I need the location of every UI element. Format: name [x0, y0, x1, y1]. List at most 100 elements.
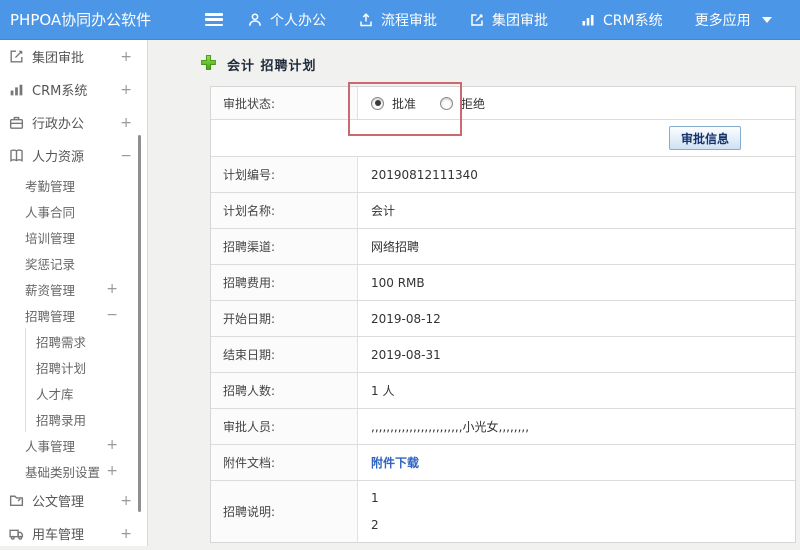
app-title: PHPOA协同办公软件 [10, 11, 152, 29]
field-label: 招聘说明: [211, 481, 358, 542]
table-row-headcount: 招聘人数: 1 人 [211, 373, 795, 409]
edit-icon [469, 12, 485, 28]
chart-icon [8, 81, 25, 98]
sidebar-label: 招聘计划 [36, 360, 87, 376]
sidebar: 集团审批 + CRM系统 + 行政办公 + 人力资源 − 考勤管理 人事合同 培… [0, 40, 148, 546]
field-label: 计划编号: [211, 157, 358, 192]
add-plus-icon[interactable] [200, 54, 217, 75]
sidebar-item-vehicle[interactable]: 用车管理 + [0, 517, 147, 550]
nav-label: 更多应用 [694, 12, 751, 29]
radio-reject[interactable] [440, 96, 454, 110]
field-value: 20190812111340 [371, 167, 478, 182]
expand-icon[interactable]: + [120, 82, 132, 98]
field-value: 会计 [371, 204, 396, 218]
approval-info-button[interactable]: 审批信息 [668, 126, 741, 150]
table-row-approval-status: 审批状态: 批准 拒绝 [211, 87, 795, 120]
table-row-approvers: 审批人员: ,,,,,,,,,,,,,,,,,,,,,,,,小光女,,,,,,,… [211, 409, 795, 445]
sidebar-scrollbar[interactable] [138, 135, 141, 512]
page-header: 会计 招聘计划 [200, 54, 317, 75]
radio-approve[interactable] [371, 96, 384, 110]
sidebar-item-admin-office[interactable]: 行政办公 + [0, 106, 147, 139]
flow-icon [358, 12, 374, 28]
field-value: 2019-08-12 [371, 311, 441, 326]
sidebar-label: 考勤管理 [25, 178, 76, 194]
radio-reject-label: 拒绝 [461, 96, 486, 111]
sidebar-item-hr-contract[interactable]: 人事合同 [0, 198, 147, 224]
expand-icon[interactable]: + [120, 526, 132, 542]
sidebar-label: 集团审批 [32, 51, 85, 66]
table-row-end-date: 结束日期: 2019-08-31 [211, 337, 795, 373]
field-label: 招聘人数: [211, 373, 358, 408]
sidebar-item-recruit-demand[interactable]: 招聘需求 [26, 328, 147, 354]
sidebar-item-crm[interactable]: CRM系统 + [0, 73, 147, 106]
field-value: 2019-08-31 [371, 347, 441, 362]
sidebar-item-rewards[interactable]: 奖惩记录 [0, 250, 147, 276]
description-line: 1 [371, 491, 379, 505]
nav-more-apps[interactable]: 更多应用 [695, 10, 772, 30]
field-label: 附件文档: [211, 445, 358, 480]
top-bar: PHPOA协同办公软件 个人办公 流程审批 集团审批 CRM系统 更多应用 [0, 0, 800, 40]
table-row-description: 招聘说明: 1 2 [211, 481, 795, 542]
expand-icon[interactable]: + [120, 493, 132, 509]
sidebar-item-talent-pool[interactable]: 人才库 [26, 380, 147, 406]
page-title: 会计 招聘计划 [227, 59, 317, 74]
sidebar-item-recruit-mgmt[interactable]: 招聘管理 − [0, 302, 147, 328]
approval-form-table: 审批状态: 批准 拒绝 审批信息 计划编号: 20190812111340 计划… [210, 86, 796, 543]
nav-label: 个人办公 [270, 12, 326, 29]
sidebar-item-group-approval[interactable]: 集团审批 + [0, 40, 147, 73]
approval-radio-group: 批准 拒绝 [358, 87, 795, 119]
nav-personal-office[interactable]: 个人办公 [247, 10, 326, 30]
field-label: 审批状态: [211, 87, 358, 119]
field-value: 100 RMB [371, 275, 425, 290]
sidebar-item-recruit-hire[interactable]: 招聘录用 [26, 406, 147, 432]
nav-flow-approval[interactable]: 流程审批 [358, 10, 437, 30]
sidebar-item-documents[interactable]: 公文管理 + [0, 484, 147, 517]
attachment-download-link[interactable]: 附件下载 [371, 454, 419, 471]
truck-icon [8, 525, 25, 542]
expand-icon[interactable]: + [106, 437, 118, 453]
sidebar-label: 人事管理 [25, 438, 76, 454]
table-row-recruit-channel: 招聘渠道: 网络招聘 [211, 229, 795, 265]
sidebar-item-personnel-mgmt[interactable]: 人事管理 + [0, 432, 147, 458]
field-label: 招聘费用: [211, 265, 358, 300]
expand-icon[interactable]: + [120, 49, 132, 65]
field-value: 1 人 [371, 384, 395, 398]
sidebar-label: 行政办公 [32, 117, 85, 132]
sidebar-label: 用车管理 [32, 528, 85, 543]
field-value: ,,,,,,,,,,,,,,,,,,,,,,,,小光女,,,,,,,, [371, 420, 530, 434]
field-value: 网络招聘 [371, 240, 420, 254]
collapse-icon[interactable]: − [106, 307, 118, 323]
sidebar-label: 人事合同 [25, 204, 76, 220]
nav-label: 流程审批 [381, 12, 437, 29]
nav-group-approval[interactable]: 集团审批 [469, 10, 548, 30]
sidebar-label: 奖惩记录 [25, 256, 76, 272]
main-content: 会计 招聘计划 审批状态: 批准 拒绝 审批信息 计划编号: 201908121… [148, 40, 800, 546]
sidebar-item-salary[interactable]: 薪资管理 + [0, 276, 147, 302]
table-row-start-date: 开始日期: 2019-08-12 [211, 301, 795, 337]
table-row-plan-name: 计划名称: 会计 [211, 193, 795, 229]
field-value: 1 2 [358, 481, 795, 542]
sidebar-label: 人才库 [36, 386, 74, 402]
sidebar-item-hr[interactable]: 人力资源 − [0, 139, 147, 172]
sidebar-item-attendance[interactable]: 考勤管理 [0, 172, 147, 198]
sidebar-label: 培训管理 [25, 230, 76, 246]
radio-approve-label: 批准 [392, 96, 417, 111]
document-icon [8, 492, 25, 509]
sidebar-item-recruit-plan[interactable]: 招聘计划 [26, 354, 147, 380]
sidebar-label: 薪资管理 [25, 282, 76, 298]
menu-icon[interactable] [205, 13, 223, 26]
field-label: 计划名称: [211, 193, 358, 228]
expand-icon[interactable]: + [106, 281, 118, 297]
sidebar-item-training[interactable]: 培训管理 [0, 224, 147, 250]
nav-crm-system[interactable]: CRM系统 [580, 10, 663, 30]
nav-label: CRM系统 [603, 12, 663, 29]
table-row-attachment: 附件文档: 附件下载 [211, 445, 795, 481]
field-label: 开始日期: [211, 301, 358, 336]
table-row-plan-number: 计划编号: 20190812111340 [211, 157, 795, 193]
expand-icon[interactable]: + [120, 115, 132, 131]
collapse-icon[interactable]: − [120, 148, 132, 164]
sidebar-label: 招聘需求 [36, 334, 87, 350]
sidebar-item-base-category[interactable]: 基础类别设置 + [0, 458, 147, 484]
expand-icon[interactable]: + [106, 463, 118, 479]
nav-label: 集团审批 [492, 12, 548, 29]
